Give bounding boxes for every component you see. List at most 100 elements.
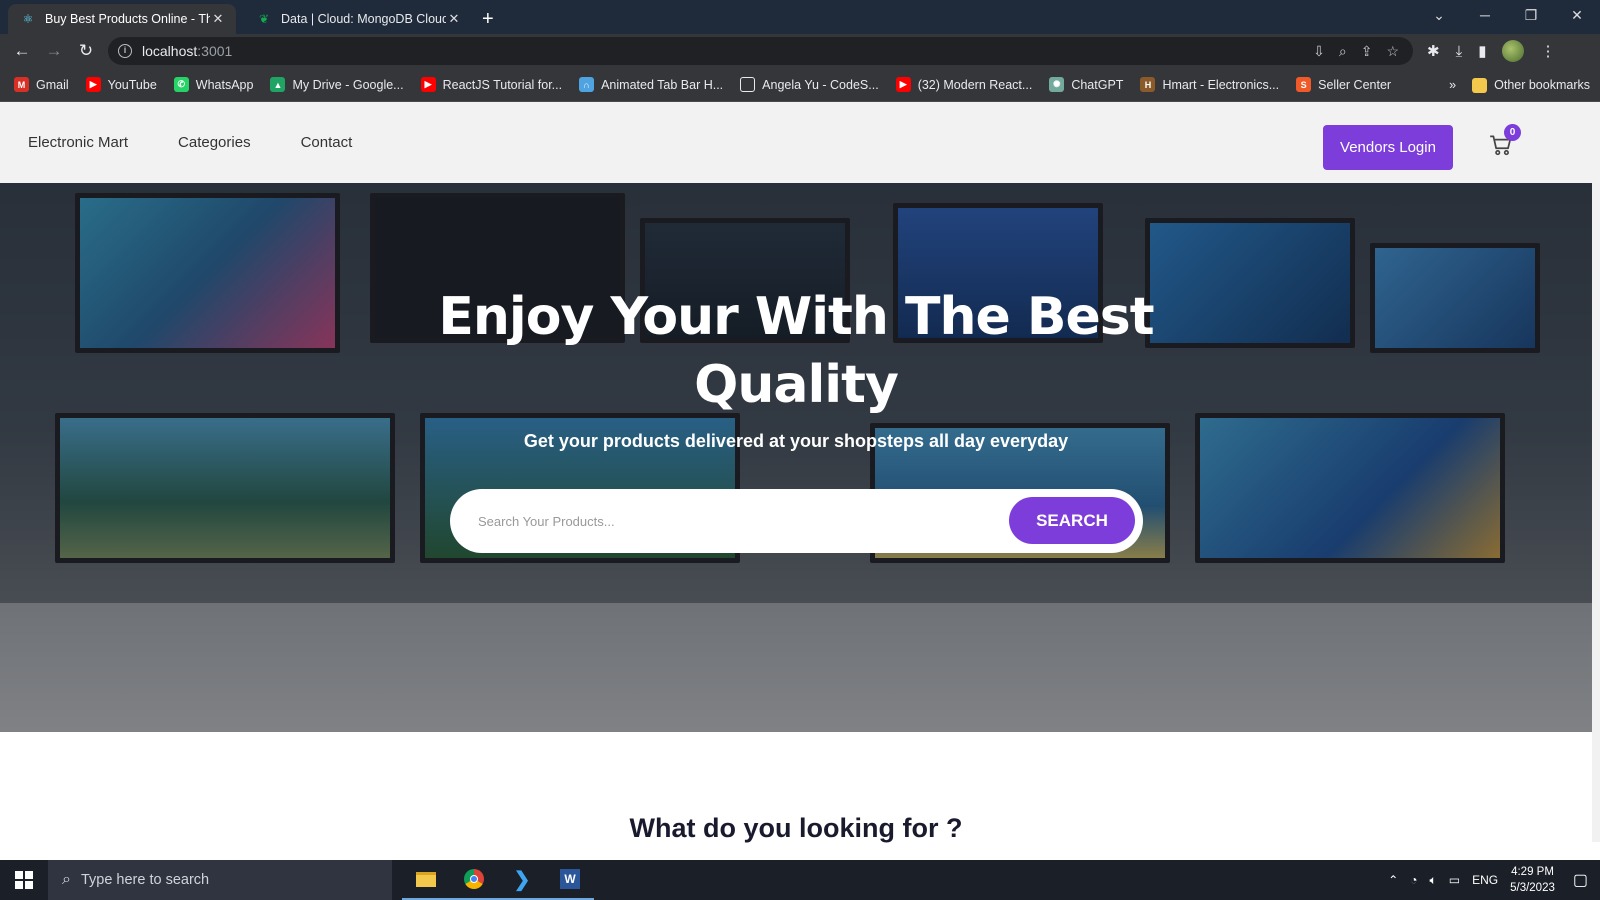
reload-button[interactable]: ↻ bbox=[70, 37, 102, 65]
vendors-login-button[interactable]: Vendors Login bbox=[1323, 125, 1453, 170]
window-controls: ⌄ ─ ❐ ✕ bbox=[1416, 0, 1600, 34]
hmart-icon: H bbox=[1140, 77, 1156, 92]
hero-title-line-1: Enjoy Your With The Best bbox=[438, 287, 1154, 347]
chatgpt-icon: ✺ bbox=[1049, 77, 1065, 92]
url-port: :3001 bbox=[197, 43, 233, 59]
bookmark-label: ReactJS Tutorial for... bbox=[442, 77, 563, 92]
bookmark-item[interactable]: ∩ Animated Tab Bar H... bbox=[579, 77, 723, 92]
hero-title-line-2: Quality bbox=[694, 355, 899, 415]
site-navbar: Electronic Mart Categories Contact Vendo… bbox=[0, 102, 1600, 183]
browser-toolbar: ← → ↻ i localhost:3001 ⇩ ⌕ ⇪ ☆ ✱ ⤓ ▮ ⋮ bbox=[0, 34, 1600, 68]
profile-avatar[interactable] bbox=[1502, 40, 1525, 62]
install-app-icon[interactable]: ⇩ bbox=[1313, 43, 1325, 60]
youtube-icon: ▶ bbox=[420, 77, 436, 92]
product-search-bar: SEARCH bbox=[450, 489, 1143, 553]
mongodb-leaf-icon: ❦ bbox=[258, 12, 270, 26]
notifications-icon[interactable]: ▢ bbox=[1573, 870, 1588, 890]
close-window-button[interactable]: ✕ bbox=[1554, 0, 1600, 30]
bookmark-item[interactable]: M Gmail bbox=[14, 77, 69, 92]
hero-dark-overlay bbox=[0, 183, 1592, 732]
bookmark-label: My Drive - Google... bbox=[292, 77, 404, 92]
close-tab-icon[interactable]: ✕ bbox=[210, 11, 226, 27]
react-icon: ⚛ bbox=[22, 12, 34, 26]
whatsapp-icon: ✆ bbox=[173, 77, 189, 92]
windows-logo-icon bbox=[15, 871, 33, 889]
close-tab-icon[interactable]: ✕ bbox=[446, 11, 462, 27]
bookmark-label: Angela Yu - CodeS... bbox=[762, 77, 879, 92]
windows-taskbar: ⌕ Type here to search ❯ W ⌃ ◔ 🔈︎ ▭ ENG 4… bbox=[0, 860, 1600, 900]
cart-count-badge: 0 bbox=[1504, 124, 1521, 141]
new-tab-button[interactable]: + bbox=[482, 4, 494, 34]
browser-tab-active[interactable]: ⚛ Buy Best Products Online - TheC ✕ bbox=[8, 4, 236, 34]
language-indicator[interactable]: ENG bbox=[1472, 873, 1498, 887]
tab-search-icon[interactable]: ⌄ bbox=[1416, 0, 1462, 30]
more-bookmarks-icon[interactable]: » bbox=[1449, 78, 1456, 92]
side-panel-icon[interactable]: ▮ bbox=[1478, 42, 1486, 60]
youtube-icon: ▶ bbox=[85, 77, 101, 92]
menu-icon[interactable]: ⋮ bbox=[1540, 42, 1555, 60]
bookmark-item[interactable]: ▶ YouTube bbox=[85, 77, 157, 92]
gmail-icon: M bbox=[14, 77, 29, 92]
bookmark-label: Seller Center bbox=[1318, 77, 1392, 92]
minimize-button[interactable]: ─ bbox=[1462, 0, 1508, 30]
back-button[interactable]: ← bbox=[6, 37, 38, 65]
bookmark-item[interactable]: ✺ ChatGPT bbox=[1049, 77, 1123, 92]
bookmark-item[interactable]: S Seller Center bbox=[1296, 77, 1391, 92]
bookmarks-bar: M Gmail ▶ YouTube ✆ WhatsApp ▲ My Drive - Googl… bbox=[0, 68, 1600, 102]
other-bookmarks[interactable]: Other bookmarks bbox=[1472, 77, 1590, 93]
section-title: What do you looking for ? bbox=[629, 813, 963, 843]
volume-icon[interactable]: 🔈︎ bbox=[1430, 873, 1437, 888]
bookmark-item[interactable]: Angela Yu - CodeS... bbox=[740, 77, 879, 92]
vscode-icon[interactable]: ❯ bbox=[498, 860, 546, 900]
drive-icon: ▲ bbox=[270, 77, 286, 92]
battery-icon[interactable]: ▭ bbox=[1449, 873, 1460, 887]
restore-button[interactable]: ❐ bbox=[1508, 0, 1554, 30]
taskbar-search-box[interactable]: ⌕ Type here to search bbox=[48, 860, 392, 900]
bookmark-item[interactable]: H Hmart - Electronics... bbox=[1140, 77, 1279, 92]
windows-start-button[interactable] bbox=[0, 860, 48, 900]
extensions-icon[interactable]: ✱ bbox=[1427, 42, 1440, 60]
page-scrollbar[interactable] bbox=[1592, 183, 1600, 842]
bookmark-item[interactable]: ▶ (32) Modern React... bbox=[895, 77, 1033, 92]
address-bar[interactable]: i localhost:3001 ⇩ ⌕ ⇪ ☆ bbox=[108, 37, 1413, 65]
hero-banner: Enjoy Your With The Best Quality Get you… bbox=[0, 183, 1592, 732]
bookmark-item[interactable]: ▶ ReactJS Tutorial for... bbox=[420, 77, 563, 92]
nav-link-categories[interactable]: Categories bbox=[178, 134, 251, 151]
nav-link-contact[interactable]: Contact bbox=[301, 134, 353, 151]
seller-icon: S bbox=[1296, 77, 1312, 92]
bookmark-label: WhatsApp bbox=[195, 77, 254, 92]
bookmark-item[interactable]: ✆ WhatsApp bbox=[173, 77, 254, 92]
folder-icon bbox=[1472, 77, 1488, 93]
forward-button[interactable]: → bbox=[38, 37, 70, 65]
bookmark-star-icon[interactable]: ☆ bbox=[1386, 43, 1399, 60]
bookmark-label: (32) Modern React... bbox=[917, 77, 1033, 92]
product-search-input[interactable] bbox=[478, 509, 978, 533]
url-host: localhost bbox=[142, 43, 198, 59]
taskbar-search-placeholder: Type here to search bbox=[80, 872, 210, 888]
other-bookmarks-label: Other bookmarks bbox=[1494, 78, 1590, 92]
system-tray: ⌃ ◔ 🔈︎ ▭ ENG 4:29 PM 5/3/2023 ▢ bbox=[1388, 860, 1600, 900]
chrome-icon[interactable] bbox=[450, 860, 498, 900]
browser-tab[interactable]: ❦ Data | Cloud: MongoDB Cloud ✕ bbox=[244, 4, 472, 34]
tab-title: Data | Cloud: MongoDB Cloud bbox=[281, 12, 446, 26]
wifi-icon[interactable]: ◔ bbox=[1410, 873, 1417, 887]
youtube-icon: ▶ bbox=[895, 77, 911, 92]
clock[interactable]: 4:29 PM 5/3/2023 bbox=[1510, 864, 1555, 896]
bookmark-label: ChatGPT bbox=[1071, 77, 1124, 92]
zoom-icon[interactable]: ⌕ bbox=[1339, 43, 1347, 60]
word-icon[interactable]: W bbox=[546, 860, 594, 900]
bookmark-label: Animated Tab Bar H... bbox=[601, 77, 724, 92]
bookmark-item[interactable]: ▲ My Drive - Google... bbox=[270, 77, 404, 92]
search-button[interactable]: SEARCH bbox=[1009, 497, 1135, 544]
share-icon[interactable]: ⇪ bbox=[1361, 43, 1373, 60]
nav-brand-electronic-mart[interactable]: Electronic Mart bbox=[28, 134, 128, 151]
headphones-icon: ∩ bbox=[579, 77, 595, 92]
search-icon: ⌕ bbox=[62, 871, 71, 888]
browser-tab-strip: ⚛ Buy Best Products Online - TheC ✕ ❦ Da… bbox=[0, 0, 1600, 34]
show-hidden-icons[interactable]: ⌃ bbox=[1388, 873, 1398, 887]
tab-title: Buy Best Products Online - TheC bbox=[45, 12, 210, 26]
file-explorer-icon[interactable] bbox=[402, 860, 450, 900]
site-info-icon[interactable]: i bbox=[118, 44, 132, 58]
downloads-icon[interactable]: ⤓ bbox=[1456, 43, 1463, 60]
bookmark-label: Hmart - Electronics... bbox=[1162, 77, 1280, 92]
